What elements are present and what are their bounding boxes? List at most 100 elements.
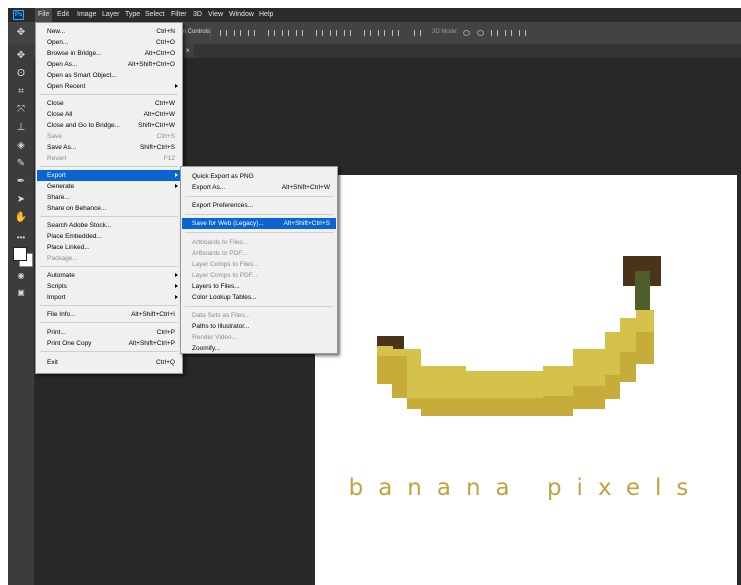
quick-mask-icon[interactable]: ◉ (14, 270, 28, 282)
brush-tool-icon[interactable]: ✎ (14, 158, 28, 170)
menu-item-open[interactable]: Open... Ctrl+O (37, 37, 181, 48)
menu-item-automate[interactable]: Automate (37, 270, 181, 281)
menu-separator (185, 232, 333, 233)
hand-tool-icon[interactable]: ✋ (14, 212, 28, 224)
menu-item-share[interactable]: Share... (37, 192, 181, 203)
menu-item-layers-to-files[interactable]: Layers to Files... (182, 281, 336, 292)
menu-item-shortcut: Ctrl+N (156, 28, 175, 35)
banana-shade (636, 332, 654, 364)
menu-item-label: Artboards to Files... (192, 239, 249, 246)
menu-item-save-for-web[interactable]: Save for Web (Legacy)... Alt+Shift+Ctrl+S (182, 218, 336, 229)
distribute-left-icon[interactable] (364, 30, 371, 36)
document-canvas[interactable]: banana pixels (315, 175, 737, 585)
menu-item-print[interactable]: Print... Ctrl+P (37, 327, 181, 338)
menu-item-label: Quick Export as PNG (192, 173, 254, 180)
menu-item-close[interactable]: Close Ctrl+W (37, 98, 181, 109)
foreground-color-swatch[interactable] (13, 247, 27, 261)
menu-item-import[interactable]: Import (37, 292, 181, 303)
eraser-tool-icon[interactable]: ◈ (14, 140, 28, 152)
menu-item-exit[interactable]: Exit Ctrl+Q (37, 357, 181, 368)
menu-item-export-preferences[interactable]: Export Preferences... (182, 200, 336, 211)
menu-separator (40, 166, 178, 167)
menu-layer[interactable]: Layer (99, 8, 123, 22)
menu-item-label: Package... (47, 255, 78, 262)
menu-item-label: Browse in Bridge... (47, 50, 102, 57)
menu-3d[interactable]: 3D (190, 8, 205, 22)
menu-item-new[interactable]: New... Ctrl+N (37, 26, 181, 37)
align-left-icon[interactable] (268, 30, 275, 36)
menu-item-shortcut: Alt+Shift+Ctrl+I (131, 311, 175, 318)
menu-item-share-behance[interactable]: Share on Behance... (37, 203, 181, 214)
menu-item-zoomify[interactable]: Zoomify... (182, 343, 336, 354)
align-right-icon[interactable] (296, 30, 303, 36)
path-selection-tool-icon[interactable]: ➤ (14, 194, 28, 206)
menu-window[interactable]: Window (226, 8, 257, 22)
menu-item-scripts[interactable]: Scripts (37, 281, 181, 292)
menu-item-shortcut: Ctrl+P (156, 329, 175, 336)
close-tab-icon[interactable]: × (185, 46, 190, 55)
menu-help[interactable]: Help (256, 8, 276, 22)
menu-separator (40, 351, 178, 352)
menu-item-search-stock[interactable]: Search Adobe Stock... (37, 220, 181, 231)
distribute-right-icon[interactable] (392, 30, 399, 36)
menu-edit[interactable]: Edit (54, 8, 72, 22)
align-hcenter-icon[interactable] (282, 30, 289, 36)
menu-filter[interactable]: Filter (168, 8, 190, 22)
distribute-vcenter-icon[interactable] (330, 30, 337, 36)
menu-item-label: Close All (47, 111, 73, 118)
menu-separator (185, 214, 333, 215)
3d-scale-icon[interactable] (519, 30, 526, 36)
align-vcenter-icon[interactable] (234, 30, 241, 36)
align-bottom-icon[interactable] (248, 30, 255, 36)
menu-item-browse-bridge[interactable]: Browse in Bridge... Alt+Ctrl+O (37, 48, 181, 59)
submenu-arrow-icon (175, 295, 178, 299)
menu-item-export-as[interactable]: Export As... Alt+Shift+Ctrl+W (182, 182, 336, 193)
move-icon[interactable]: ✥ (14, 27, 28, 39)
menu-item-export[interactable]: Export (37, 170, 181, 181)
menu-image[interactable]: Image (74, 8, 99, 22)
menu-file[interactable]: File (35, 8, 53, 22)
menu-item-paths-illustrator[interactable]: Paths to Illustrator... (182, 321, 336, 332)
3d-orbit-icon[interactable] (463, 30, 470, 36)
move-tool-icon[interactable]: ✥ (14, 50, 28, 62)
menu-item-open-as[interactable]: Open As... Alt+Shift+Ctrl+O (37, 59, 181, 70)
lasso-tool-icon[interactable]: ʘ (14, 68, 28, 80)
menu-separator (40, 266, 178, 267)
menu-item-close-go-bridge[interactable]: Close and Go to Bridge... Shift+Ctrl+W (37, 120, 181, 131)
menu-item-save-as[interactable]: Save As... Shift+Ctrl+S (37, 142, 181, 153)
menu-item-print-one-copy[interactable]: Print One Copy Alt+Shift+Ctrl+P (37, 338, 181, 349)
menu-item-label: Print One Copy (47, 340, 92, 347)
menu-view[interactable]: View (205, 8, 226, 22)
menu-item-label: Paths to Illustrator... (192, 323, 250, 330)
menu-select[interactable]: Select (142, 8, 167, 22)
menu-separator (40, 305, 178, 306)
crop-tool-icon[interactable]: ⌗ (14, 86, 28, 98)
menu-item-open-recent[interactable]: Open Recent (37, 81, 181, 92)
menu-item-close-all[interactable]: Close All Alt+Ctrl+W (37, 109, 181, 120)
banana-pixel (636, 310, 654, 332)
menu-item-file-info[interactable]: File Info... Alt+Shift+Ctrl+I (37, 309, 181, 320)
distribute-top-icon[interactable] (316, 30, 323, 36)
pen-tool-icon[interactable]: ✒ (14, 176, 28, 188)
menu-item-label: Search Adobe Stock... (47, 222, 112, 229)
distribute-hcenter-icon[interactable] (378, 30, 385, 36)
menu-item-place-linked[interactable]: Place Linked... (37, 242, 181, 253)
screen-mode-icon[interactable]: ▣ (14, 287, 28, 299)
eyedropper-tool-icon[interactable]: ⤧ (14, 104, 28, 116)
3d-roll-icon[interactable] (477, 30, 484, 36)
3d-pan-icon[interactable] (491, 30, 498, 36)
3d-slide-icon[interactable] (505, 30, 512, 36)
distribute-bottom-icon[interactable] (344, 30, 351, 36)
export-submenu: Quick Export as PNG Export As... Alt+Shif… (180, 166, 338, 354)
stamp-tool-icon[interactable]: ⊥ (14, 122, 28, 134)
menu-item-label: Open as Smart Object... (47, 72, 117, 79)
menu-item-quick-export-png[interactable]: Quick Export as PNG (182, 171, 336, 182)
align-top-icon[interactable] (220, 30, 227, 36)
menu-item-open-smart-object[interactable]: Open as Smart Object... (37, 70, 181, 81)
more-tools-icon[interactable]: ••• (14, 232, 28, 244)
auto-align-icon[interactable] (414, 30, 421, 36)
menu-item-generate[interactable]: Generate (37, 181, 181, 192)
menu-item-place-embedded[interactable]: Place Embedded... (37, 231, 181, 242)
menu-item-color-lookup-tables[interactable]: Color Lookup Tables... (182, 292, 336, 303)
menu-type[interactable]: Type (122, 8, 143, 22)
